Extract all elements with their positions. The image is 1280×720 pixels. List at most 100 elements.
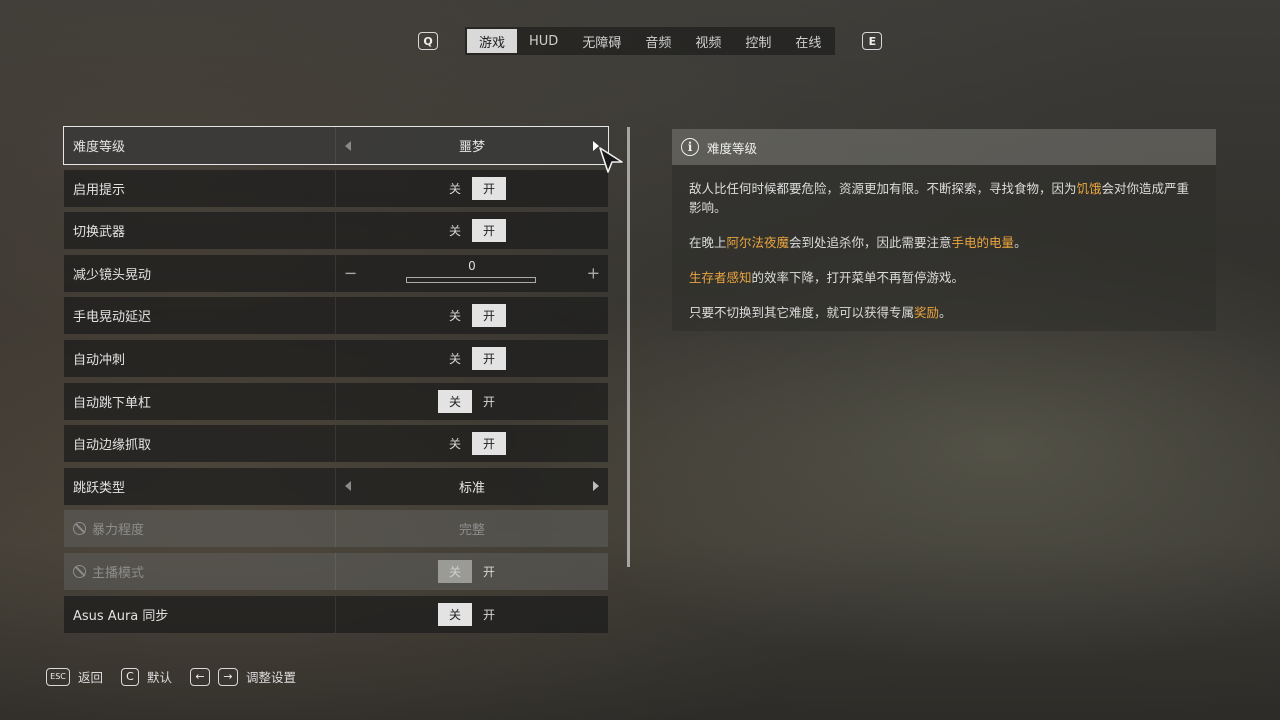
highlight-text: 饥饿 <box>1076 181 1102 196</box>
toggle-on[interactable]: 开 <box>472 176 506 200</box>
setting-label: 自动边缘抓取 <box>64 425 336 463</box>
auto-sprint-toggle[interactable]: 关 开 <box>438 346 506 370</box>
difficulty-selector[interactable]: 噩梦 <box>336 127 608 164</box>
camera-shake-slider[interactable]: − 0 + <box>336 255 608 292</box>
setting-jump-type[interactable]: 跳跃类型 标准 <box>64 467 608 505</box>
switch-weapon-toggle[interactable]: 关 开 <box>438 219 506 243</box>
tab-controls[interactable]: 控制 <box>733 29 783 53</box>
toggle-on[interactable]: 开 <box>472 304 506 328</box>
slider-value: 0 <box>468 258 476 273</box>
disabled-icon <box>73 564 86 578</box>
disabled-icon <box>73 522 86 536</box>
tab-strip: 游戏 HUD 无障碍 音频 视频 控制 在线 <box>465 27 836 55</box>
back-label: 返回 <box>78 670 104 685</box>
setting-label: 难度等级 <box>64 127 336 164</box>
setting-auto-sprint[interactable]: 自动冲刺 关 开 <box>64 339 608 377</box>
next-tab-key[interactable]: E <box>862 32 883 50</box>
jump-type-selector[interactable]: 标准 <box>336 468 608 505</box>
c-key[interactable]: C <box>121 667 140 686</box>
toggle-off: 关 <box>438 559 472 583</box>
arrow-right-icon[interactable] <box>593 481 599 492</box>
toggle-off[interactable]: 关 <box>438 304 472 327</box>
info-paragraph: 敌人比任何时候都要危险，资源更加有限。不断探索，寻找食物，因为饥饿会对你造成严重… <box>689 181 1190 215</box>
setting-switch-weapon[interactable]: 切换武器 关 开 <box>64 212 608 250</box>
hints-toggle[interactable]: 关 开 <box>438 176 506 200</box>
tab-video[interactable]: 视频 <box>683 29 733 53</box>
arrow-left-icon[interactable] <box>345 140 351 151</box>
default-label: 默认 <box>147 670 173 685</box>
highlight-text: 奖励 <box>914 305 940 320</box>
setting-label: 跳跃类型 <box>64 467 336 505</box>
setting-auto-grab[interactable]: 自动边缘抓取 关 开 <box>64 425 608 463</box>
toggle-on: 开 <box>482 564 495 579</box>
setting-camera-shake[interactable]: 减少镜头晃动 − 0 + <box>64 254 608 292</box>
setting-violence: 暴力程度 完整 <box>64 510 608 548</box>
highlight-text: 生存者感知 <box>689 270 752 285</box>
auto-grab-toggle[interactable]: 关 开 <box>438 432 506 456</box>
setting-difficulty[interactable]: 难度等级 噩梦 <box>63 126 609 165</box>
slider-track[interactable] <box>406 276 536 283</box>
footer-hints: ESC 返回 C 默认 ← → 调整设置 <box>46 667 314 686</box>
highlight-text: 阿尔法夜魔 <box>726 235 790 250</box>
info-paragraph: 只要不切换到其它难度，就可以获得专属奖励。 <box>689 305 952 320</box>
right-arrow-key[interactable]: → <box>218 667 239 686</box>
tab-hud[interactable]: HUD <box>517 29 570 53</box>
toggle-on[interactable]: 开 <box>472 219 506 243</box>
arrow-left-icon[interactable] <box>345 481 351 492</box>
prev-tab-key[interactable]: Q <box>418 32 438 50</box>
toggle-off[interactable]: 关 <box>438 177 472 200</box>
setting-label: 启用提示 <box>64 169 336 207</box>
mouse-cursor-icon <box>599 147 623 173</box>
tab-online[interactable]: 在线 <box>783 29 833 53</box>
setting-streamer-mode: 主播模式 关 开 <box>64 552 608 590</box>
setting-flashlight-delay[interactable]: 手电晃动延迟 关 开 <box>64 297 608 335</box>
tab-accessibility[interactable]: 无障碍 <box>570 29 633 53</box>
setting-label: 手电晃动延迟 <box>64 297 336 335</box>
setting-label: 暴力程度 <box>92 523 145 539</box>
info-panel: i 难度等级 敌人比任何时候都要危险，资源更加有限。不断探索，寻找食物，因为饥饿… <box>672 129 1216 331</box>
setting-label: 减少镜头晃动 <box>64 254 336 292</box>
auto-drop-toggle[interactable]: 关 开 <box>438 389 506 413</box>
toggle-off[interactable]: 关 <box>438 219 472 242</box>
setting-label: 主播模式 <box>92 565 145 581</box>
top-tab-bar: Q 游戏 HUD 无障碍 音频 视频 控制 在线 E <box>418 27 883 55</box>
setting-auto-drop[interactable]: 自动跳下单杠 关 开 <box>64 382 608 420</box>
info-title: 难度等级 <box>707 140 758 156</box>
setting-label: 切换武器 <box>64 212 336 250</box>
toggle-off[interactable]: 关 <box>438 347 472 370</box>
left-arrow-key[interactable]: ← <box>190 667 211 686</box>
tab-audio[interactable]: 音频 <box>633 29 683 53</box>
info-paragraph: 在晚上阿尔法夜魔会到处追杀你，因此需要注意手电的电量。 <box>689 235 1027 250</box>
plus-icon[interactable]: + <box>587 264 600 283</box>
info-header: i 难度等级 <box>672 129 1216 165</box>
setting-label: Asus Aura 同步 <box>64 595 336 633</box>
setting-label: 自动冲刺 <box>64 339 336 377</box>
adjust-label: 调整设置 <box>246 670 297 685</box>
adjust-hint[interactable]: ← → 调整设置 <box>190 667 296 686</box>
toggle-on[interactable]: 开 <box>472 346 506 370</box>
esc-key[interactable]: ESC <box>46 667 70 686</box>
toggle-off[interactable]: 关 <box>438 389 472 413</box>
scrollbar[interactable] <box>627 127 630 567</box>
toggle-off[interactable]: 关 <box>438 432 472 455</box>
settings-list: 难度等级 噩梦 启用提示 关 开 切换武器 关 开 减少镜头晃动 − 0 + 手… <box>63 126 609 638</box>
toggle-on[interactable]: 开 <box>472 603 506 626</box>
highlight-text: 手电的电量 <box>951 235 1015 250</box>
setting-hints[interactable]: 启用提示 关 开 <box>64 169 608 207</box>
toggle-off[interactable]: 关 <box>438 602 472 626</box>
info-body: 敌人比任何时候都要危险，资源更加有限。不断探索，寻找食物，因为饥饿会对你造成严重… <box>672 165 1216 331</box>
default-hint[interactable]: C 默认 <box>121 667 172 686</box>
streamer-toggle: 关 开 <box>438 559 506 583</box>
info-icon: i <box>681 138 699 156</box>
back-hint[interactable]: ESC 返回 <box>46 667 103 686</box>
selector-value: 标准 <box>458 480 485 496</box>
toggle-on[interactable]: 开 <box>472 432 506 456</box>
flashlight-delay-toggle[interactable]: 关 开 <box>438 304 506 328</box>
tab-game[interactable]: 游戏 <box>467 29 518 53</box>
violence-value: 完整 <box>458 523 485 539</box>
setting-aura-sync[interactable]: Asus Aura 同步 关 开 <box>64 595 608 633</box>
selector-value: 噩梦 <box>458 140 485 155</box>
setting-label: 自动跳下单杠 <box>64 382 336 420</box>
aura-toggle[interactable]: 关 开 <box>438 602 506 626</box>
toggle-on[interactable]: 开 <box>472 390 506 413</box>
